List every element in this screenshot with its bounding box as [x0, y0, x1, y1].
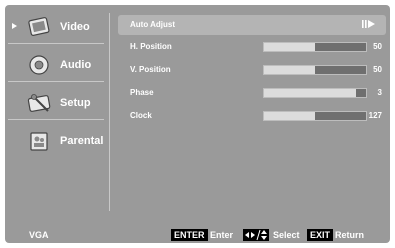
- parental-icon: [26, 129, 52, 153]
- enter-label: Enter: [210, 230, 234, 240]
- sidebar-item-label: Parental: [60, 135, 104, 147]
- sidebar-item-video[interactable]: Video: [8, 11, 104, 44]
- footer-bar: VGA ENTER Enter Select EXIT Return: [5, 227, 390, 243]
- input-source-label: VGA: [29, 230, 49, 240]
- video-icon: [26, 15, 52, 39]
- exit-key: EXIT: [307, 229, 334, 241]
- selection-pointer-icon: [12, 23, 17, 29]
- sidebar-item-label: Video: [60, 21, 90, 33]
- setup-icon: [26, 91, 52, 115]
- vertical-divider: [109, 13, 110, 211]
- auto-adjust-row[interactable]: Auto Adjust: [118, 15, 386, 35]
- setting-label: V. Position: [130, 65, 171, 74]
- phase-slider[interactable]: [263, 88, 367, 98]
- setting-value: 50: [373, 42, 382, 51]
- setting-label: H. Position: [130, 42, 172, 51]
- slider-fill: [356, 89, 366, 97]
- osd-menu: Video Audio Setup Parental Auto Adjust H…: [5, 5, 390, 243]
- clock-row[interactable]: Clock 127: [118, 106, 386, 126]
- audio-icon: [26, 53, 52, 77]
- video-settings-panel: Auto Adjust H. Position 50 V. Position 5…: [118, 15, 386, 205]
- clock-slider[interactable]: [263, 111, 367, 121]
- setting-label: Clock: [130, 111, 152, 120]
- play-arrow-icon: [362, 20, 376, 30]
- slider-fill: [315, 66, 366, 74]
- auto-adjust-label: Auto Adjust: [130, 20, 176, 29]
- setting-value: 3: [377, 88, 382, 97]
- sidebar-item-label: Setup: [60, 97, 91, 109]
- sidebar-item-setup[interactable]: Setup: [8, 87, 104, 120]
- sidebar: Video Audio Setup Parental: [8, 11, 108, 209]
- setting-label: Phase: [130, 88, 154, 97]
- v-position-slider[interactable]: [263, 65, 367, 75]
- h-position-slider[interactable]: [263, 42, 367, 52]
- sidebar-item-label: Audio: [60, 59, 92, 71]
- sidebar-item-audio[interactable]: Audio: [8, 49, 104, 82]
- select-label: Select: [273, 230, 300, 240]
- setting-value: 127: [368, 111, 382, 120]
- slider-fill: [315, 43, 366, 51]
- v-position-row[interactable]: V. Position 50: [118, 60, 386, 80]
- arrow-keys-icon: [243, 229, 269, 241]
- slider-fill: [315, 112, 366, 120]
- phase-row[interactable]: Phase 3: [118, 83, 386, 103]
- return-label: Return: [335, 230, 364, 240]
- enter-key: ENTER: [171, 229, 208, 241]
- setting-value: 50: [373, 65, 382, 74]
- sidebar-item-parental[interactable]: Parental: [8, 125, 104, 157]
- h-position-row[interactable]: H. Position 50: [118, 37, 386, 57]
